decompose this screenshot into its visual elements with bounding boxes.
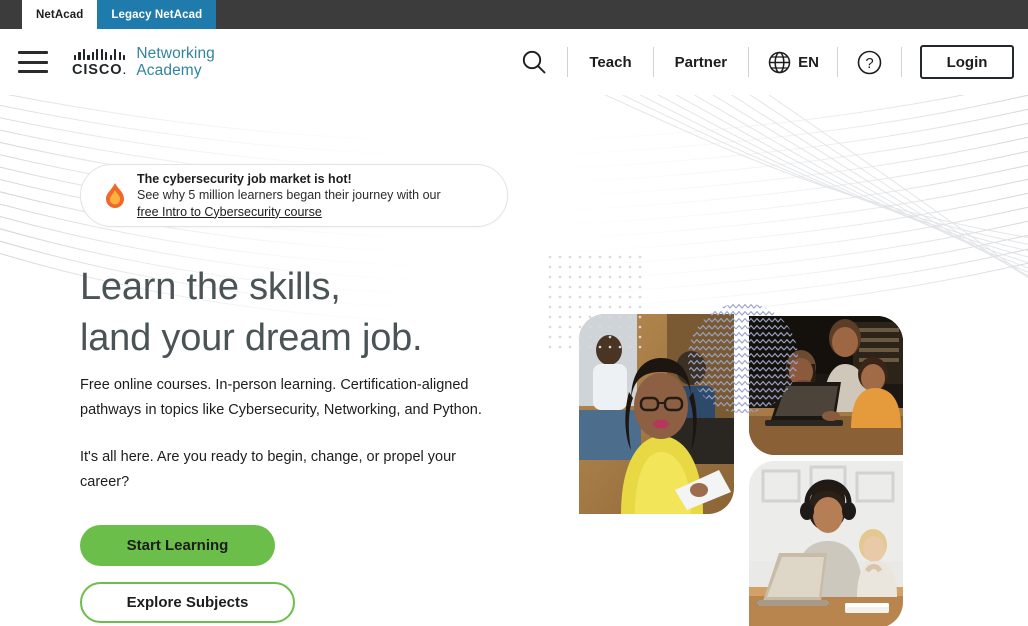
cisco-wordmark: CISCO: [72, 61, 123, 78]
language-label: EN: [798, 53, 819, 71]
explore-subjects-button[interactable]: Explore Subjects: [80, 582, 295, 623]
nav-item-teach[interactable]: Teach: [570, 54, 650, 71]
photo-man-headphones-child-laptop: [749, 461, 903, 626]
hero-paragraph-1: Free online courses. In-person learning.…: [80, 377, 482, 418]
language-selector[interactable]: EN: [751, 50, 835, 75]
wavy-circle-pattern: [688, 303, 798, 413]
nav-label: Partner: [674, 53, 728, 71]
cisco-wordmark-dot: .: [122, 61, 128, 78]
hamburger-menu-icon[interactable]: [18, 51, 48, 73]
header-divider: [652, 47, 654, 77]
browser-tab-legacy-netacad[interactable]: Legacy NetAcad: [97, 0, 217, 29]
nav-item-partner[interactable]: Partner: [656, 54, 747, 71]
header-divider: [901, 47, 902, 77]
logo-line-networking: Networking: [136, 44, 215, 62]
hero-section: The cybersecurity job market is hot! See…: [0, 95, 1028, 626]
question-mark-icon[interactable]: ?: [840, 49, 899, 76]
browser-tab-label: NetAcad: [36, 8, 84, 21]
browser-tab-netacad[interactable]: NetAcad: [22, 0, 98, 29]
svg-text:?: ?: [865, 55, 873, 72]
header-divider: [748, 47, 750, 77]
promo-banner[interactable]: The cybersecurity job market is hot! See…: [80, 164, 508, 227]
nav-label: Teach: [589, 53, 632, 71]
hero-paragraph-2: It's all here. Are you ready to begin, c…: [80, 448, 456, 490]
hero-body-copy: Free online courses. In-person learning.…: [80, 373, 500, 495]
login-button[interactable]: Login: [920, 45, 1014, 79]
hero-headline: Learn the skills, land your dream job.: [80, 262, 423, 363]
header-divider: [567, 47, 569, 77]
cisco-networking-academy-logo[interactable]: CISCO. Networking Academy: [72, 45, 215, 80]
cisco-bridge-icon: CISCO.: [72, 47, 127, 78]
headline-line-1: Learn the skills,: [80, 266, 341, 308]
start-learning-button[interactable]: Start Learning: [80, 525, 275, 566]
search-icon[interactable]: [503, 47, 565, 77]
logo-line-academy: Academy: [136, 62, 202, 79]
header-divider: [837, 47, 838, 77]
promo-subtitle: See why 5 million learners began their j…: [137, 188, 441, 203]
promo-title: The cybersecurity job market is hot!: [137, 171, 352, 186]
headline-line-2: land your dream job.: [80, 316, 423, 359]
browser-tab-label: Legacy NetAcad: [111, 8, 203, 21]
promo-link[interactable]: free Intro to Cybersecurity course: [137, 204, 441, 221]
globe-icon: [768, 51, 791, 73]
dot-grid-pattern: [548, 255, 646, 351]
site-header: CISCO. Networking Academy Teach Partner: [0, 29, 1028, 95]
header-nav: Teach Partner EN ? Login: [503, 42, 1014, 82]
flame-icon: [106, 182, 124, 208]
browser-tab-strip: NetAcad Legacy NetAcad: [0, 0, 1028, 29]
hero-image-collage: [540, 95, 1028, 626]
